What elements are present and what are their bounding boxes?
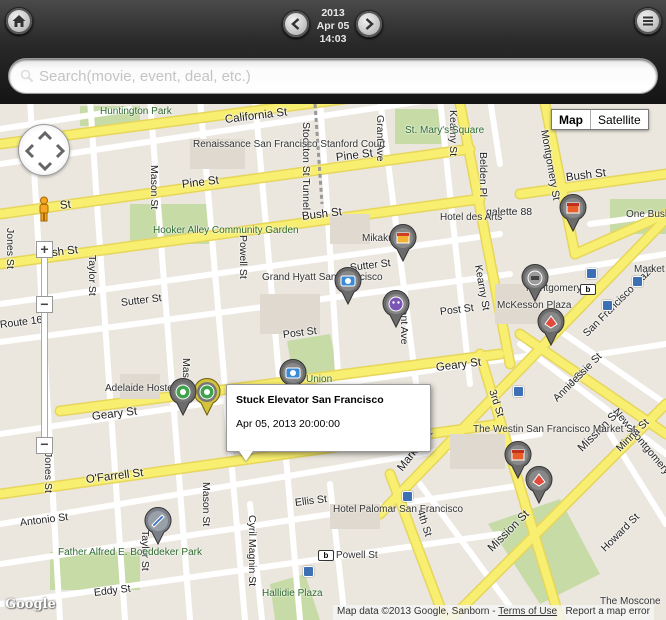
report-map-error-link[interactable]: Report a map error: [565, 606, 649, 617]
date-display: 2013 Apr 05 14:03: [310, 7, 356, 46]
place-label: Huntington Park: [100, 106, 172, 117]
street-label: Mason St: [200, 482, 212, 527]
map-type-map-button[interactable]: Map: [552, 110, 591, 129]
street-view-pegman-icon[interactable]: [35, 196, 53, 222]
place-label: Hallidie Plaza: [262, 588, 323, 599]
place-label: Market: [634, 264, 665, 275]
search-icon: [20, 69, 34, 83]
date-time: 14:03: [319, 33, 347, 45]
street-label: Taylor St: [86, 255, 98, 296]
event-title[interactable]: Stuck Elevator San Francisco: [236, 394, 421, 406]
street-label: Cyril Magnin St: [246, 515, 258, 587]
ticket-pin-icon: [537, 307, 565, 347]
google-logo[interactable]: Google: [5, 597, 56, 612]
calendar-pin-icon: [389, 223, 417, 263]
event-pin[interactable]: [143, 506, 173, 546]
event-pin[interactable]: [558, 193, 588, 233]
chevron-right-icon: [365, 18, 374, 30]
zoom-in-button[interactable]: +: [36, 241, 53, 258]
transit-icon: [513, 386, 524, 397]
place-label: Grand Hyatt San Francisco: [262, 272, 383, 283]
menu-button[interactable]: [634, 7, 662, 35]
bart-icon: b: [580, 284, 596, 295]
place-label: One Bush Plaza: [626, 209, 666, 220]
transit-icon: [586, 268, 597, 279]
event-pin[interactable]: [520, 263, 550, 303]
event-time: Apr 05, 2013 20:00:00: [236, 418, 340, 430]
drink-pin-icon: [521, 263, 549, 303]
place-label: Father Alfred E. Boeddeker Park: [58, 547, 202, 558]
list-icon: [643, 16, 653, 26]
info-window-pointer: [239, 451, 253, 461]
header-bar: 2013 Apr 05 14:03: [0, 0, 666, 104]
place-label: Hotel des Arts: [440, 212, 503, 223]
calendar-pin-icon: [559, 193, 587, 233]
ticket-pin-icon: [525, 465, 553, 505]
transit-icon: [303, 566, 314, 577]
street-label: Powell St: [237, 235, 249, 279]
street-label: Mason St: [148, 165, 160, 210]
place-label: The Westin San Francisco Market St: [473, 424, 636, 435]
date-day: Apr 05: [316, 20, 350, 32]
transit-icon: [402, 491, 413, 502]
home-button[interactable]: [5, 7, 33, 35]
event-info-window[interactable]: Stuck Elevator San Francisco Apr 05, 201…: [226, 384, 431, 461]
event-pin[interactable]: [168, 377, 198, 417]
search-bar[interactable]: [8, 58, 658, 94]
previous-date-button[interactable]: [282, 10, 310, 38]
street-label: St: [59, 198, 72, 212]
zoom-slider-handle[interactable]: −: [36, 437, 53, 454]
event-pin[interactable]: [388, 223, 418, 263]
street-label: Jones St: [42, 452, 54, 493]
face-pin-icon: [382, 289, 410, 329]
app: 2013 Apr 05 14:03 Search(movie, event, d…: [0, 0, 666, 620]
place-label: Powell St: [336, 550, 378, 561]
event-pin[interactable]: [333, 266, 363, 306]
map-type-satellite-button[interactable]: Satellite: [591, 110, 648, 129]
street-label: Jones St: [4, 228, 16, 269]
event-pin[interactable]: [524, 465, 554, 505]
home-icon: [12, 15, 26, 27]
place-label: Hooker Alley Community Garden: [153, 225, 299, 236]
place-label: Hotel Palomar San Francisco: [333, 504, 464, 515]
map-view[interactable]: California St Pine St Pine St Bush St Bu…: [0, 104, 666, 620]
date-year: 2013: [321, 7, 345, 19]
search-input[interactable]: [39, 59, 639, 93]
pan-control[interactable]: [18, 124, 70, 176]
transit-icon: [602, 300, 613, 311]
map-data-credit: Map data ©2013 Google, Sanborn -: [337, 606, 496, 617]
zoom-out-button[interactable]: −: [36, 296, 53, 313]
theater-pin-icon: [169, 377, 197, 417]
terms-of-use-link[interactable]: Terms of Use: [498, 606, 557, 617]
movie-camera-pin-icon: [334, 266, 362, 306]
event-pin[interactable]: [536, 307, 566, 347]
next-date-button[interactable]: [355, 10, 383, 38]
pan-arrows-icon: [24, 130, 66, 172]
deal-pin-icon: [144, 506, 172, 546]
street-label: Belden Pl: [477, 152, 489, 197]
event-pin[interactable]: [381, 289, 411, 329]
map-type-toggle: Map Satellite: [551, 109, 649, 130]
bart-icon: b: [318, 550, 334, 561]
zoom-slider-track[interactable]: [41, 252, 48, 442]
chevron-left-icon: [291, 18, 300, 30]
place-label: Renaissance San Francisco Stanford Court: [193, 139, 385, 150]
place-label: Adelaide Hostel: [105, 383, 176, 394]
map-attribution: Map data ©2013 Google, Sanborn - Terms o…: [333, 605, 654, 620]
street-label: Stockton St Tunnel: [300, 122, 312, 211]
transit-icon: [632, 276, 643, 287]
place-label: St. Mary's Square: [405, 125, 485, 136]
